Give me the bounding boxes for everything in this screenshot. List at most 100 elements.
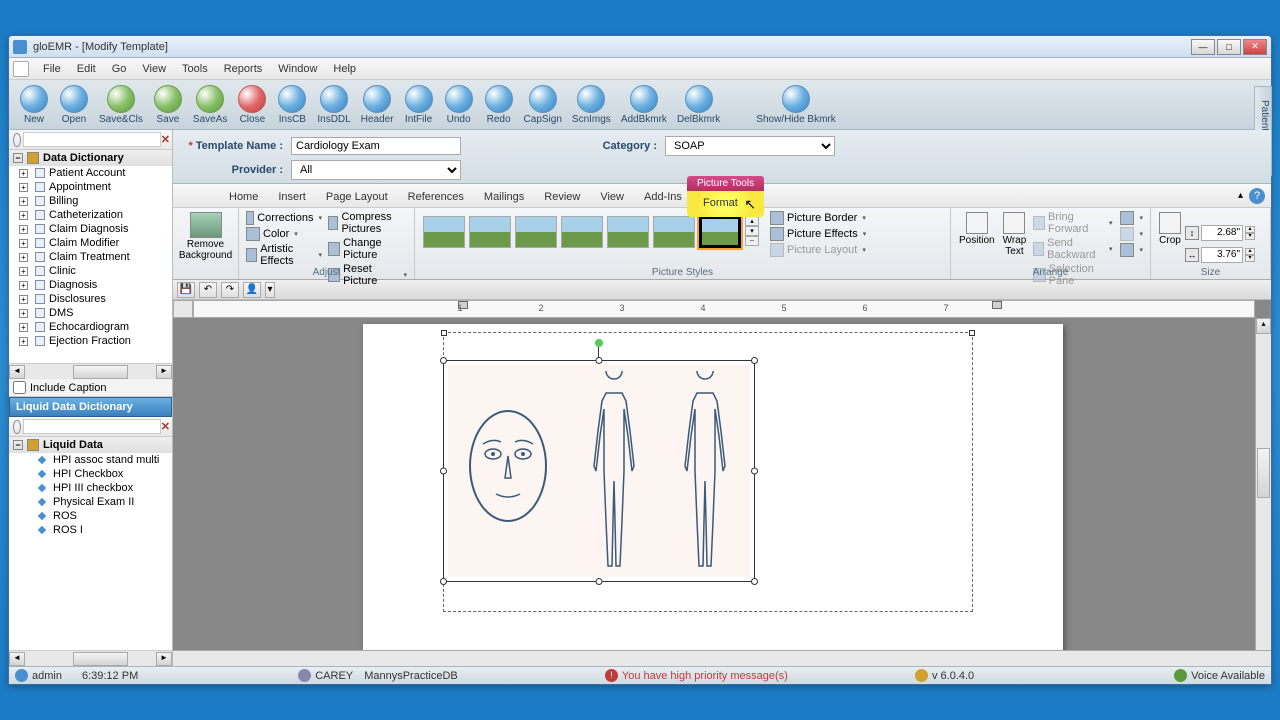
collapse-icon[interactable]: − xyxy=(13,153,23,163)
collapse-ribbon-icon[interactable]: ▴ xyxy=(1238,190,1243,201)
color-button[interactable]: Color▾ xyxy=(243,226,325,242)
compress-pictures-button[interactable]: Compress Pictures xyxy=(325,210,410,236)
toolbar-new[interactable]: New xyxy=(15,83,53,127)
picture-border-button[interactable]: Picture Border▾ xyxy=(767,210,869,226)
ribbon-tab-home[interactable]: Home xyxy=(219,187,268,207)
dd-hscroll[interactable]: ◄► xyxy=(9,363,172,379)
body-diagram-image[interactable] xyxy=(448,365,750,577)
picture-effects-button[interactable]: Picture Effects▾ xyxy=(767,226,869,242)
remove-background-button[interactable]: Remove Background xyxy=(177,210,234,263)
menu-help[interactable]: Help xyxy=(325,61,364,77)
toolbar-redo[interactable]: Redo xyxy=(480,83,518,127)
resize-handle-n[interactable] xyxy=(596,357,603,364)
width-up[interactable]: ▴ xyxy=(1245,248,1255,255)
dd-item-dms[interactable]: +DMS xyxy=(9,306,172,320)
liquid-data-root[interactable]: Liquid Data xyxy=(43,439,103,451)
picture-style-2[interactable] xyxy=(469,216,511,248)
menu-view[interactable]: View xyxy=(134,61,174,77)
resize-handle-s[interactable] xyxy=(596,578,603,585)
picture-style-4[interactable] xyxy=(561,216,603,248)
picture-style-7[interactable] xyxy=(699,216,741,248)
ribbon-tab-mailings[interactable]: Mailings xyxy=(474,187,534,207)
height-down[interactable]: ▾ xyxy=(1245,233,1255,240)
clear-search-button[interactable]: ✕ xyxy=(161,420,170,434)
liquid-search-input[interactable] xyxy=(23,419,161,434)
ld-item-physical-exam-ii[interactable]: Physical Exam II xyxy=(9,495,172,509)
menu-go[interactable]: Go xyxy=(104,61,135,77)
document-page[interactable] xyxy=(363,324,1063,666)
toolbar-showhidebkmrk[interactable]: Show/Hide Bkmrk xyxy=(752,83,839,127)
resize-handle-sw[interactable] xyxy=(440,578,447,585)
toolbar-addbkmrk[interactable]: AddBkmrk xyxy=(617,83,671,127)
menu-reports[interactable]: Reports xyxy=(216,61,271,77)
height-up[interactable]: ▴ xyxy=(1245,226,1255,233)
ld-hscroll[interactable]: ◄► xyxy=(9,650,172,666)
resize-handle-nw[interactable] xyxy=(440,357,447,364)
toolbar-delbkmrk[interactable]: DelBkmrk xyxy=(673,83,724,127)
toolbar-save[interactable]: Save xyxy=(149,83,187,127)
gallery-more-button[interactable]: ⎯ xyxy=(745,236,759,246)
artistic-effects-button[interactable]: Artistic Effects▾ xyxy=(243,242,325,268)
corrections-button[interactable]: Corrections▾ xyxy=(243,210,325,226)
width-input[interactable] xyxy=(1201,247,1243,263)
qat-save[interactable]: 💾 xyxy=(177,282,195,298)
ruler-corner[interactable] xyxy=(173,300,193,318)
template-name-input[interactable] xyxy=(291,137,461,155)
format-tab[interactable]: Format ↖ xyxy=(689,193,762,215)
horizontal-ruler[interactable]: 1234567 xyxy=(193,300,1255,318)
ribbon-tab-pagelayout[interactable]: Page Layout xyxy=(316,187,398,207)
dd-item-patient-account[interactable]: +Patient Account xyxy=(9,166,172,180)
vertical-scrollbar[interactable]: ▴ ▾ xyxy=(1255,318,1271,666)
ld-item-ros-i[interactable]: ROS I xyxy=(9,523,172,537)
help-icon[interactable]: ? xyxy=(1249,188,1265,204)
data-dictionary-root[interactable]: Data Dictionary xyxy=(43,152,124,164)
picture-style-3[interactable] xyxy=(515,216,557,248)
maximize-button[interactable]: □ xyxy=(1217,39,1241,55)
dd-item-claim-modifier[interactable]: +Claim Modifier xyxy=(9,236,172,250)
picture-style-5[interactable] xyxy=(607,216,649,248)
qat-undo[interactable]: ↶ xyxy=(199,282,217,298)
include-caption-checkbox[interactable] xyxy=(13,381,26,394)
ribbon-tab-addins[interactable]: Add-Ins xyxy=(634,187,692,207)
right-indent-marker[interactable] xyxy=(992,301,1002,309)
collapse-icon[interactable]: − xyxy=(13,440,23,450)
dd-item-ejection-fraction[interactable]: +Ejection Fraction xyxy=(9,334,172,348)
gallery-up-button[interactable]: ▴ xyxy=(745,216,759,226)
resize-handle-w[interactable] xyxy=(440,468,447,475)
dd-item-billing[interactable]: +Billing xyxy=(9,194,172,208)
system-menu-icon[interactable] xyxy=(13,61,29,77)
qat-redo[interactable]: ↷ xyxy=(221,282,239,298)
toolbar-intfile[interactable]: IntFile xyxy=(400,83,438,127)
picture-frame[interactable] xyxy=(443,360,755,582)
status-warning[interactable]: You have high priority message(s) xyxy=(622,670,788,682)
dd-item-diagnosis[interactable]: +Diagnosis xyxy=(9,278,172,292)
dd-item-clinic[interactable]: +Clinic xyxy=(9,264,172,278)
dd-item-echocardiogram[interactable]: +Echocardiogram xyxy=(9,320,172,334)
resize-handle-se[interactable] xyxy=(751,578,758,585)
toolbar-header[interactable]: Header xyxy=(357,83,398,127)
clear-search-button[interactable]: ✕ xyxy=(161,133,170,147)
status-voice[interactable]: Voice Available xyxy=(1191,670,1265,682)
change-picture-button[interactable]: Change Picture xyxy=(325,236,410,262)
dd-item-appointment[interactable]: +Appointment xyxy=(9,180,172,194)
doc-hscroll[interactable] xyxy=(173,650,1271,666)
toolbar-insddl[interactable]: InsDDL xyxy=(313,83,354,127)
gallery-down-button[interactable]: ▾ xyxy=(745,226,759,236)
dd-item-catheterization[interactable]: +Catheterization xyxy=(9,208,172,222)
ribbon-tab-view[interactable]: View xyxy=(590,187,634,207)
ld-item-hpi-iii-checkbox[interactable]: HPI III checkbox xyxy=(9,481,172,495)
toolbar-open[interactable]: Open xyxy=(55,83,93,127)
toolbar-inscb[interactable]: InsCB xyxy=(273,83,311,127)
close-button[interactable]: ✕ xyxy=(1243,39,1267,55)
menu-window[interactable]: Window xyxy=(270,61,325,77)
resize-handle-e[interactable] xyxy=(751,468,758,475)
resize-handle-ne[interactable] xyxy=(751,357,758,364)
category-select[interactable]: SOAP xyxy=(665,136,835,156)
menu-tools[interactable]: Tools xyxy=(174,61,216,77)
ld-item-hpi-checkbox[interactable]: HPI Checkbox xyxy=(9,467,172,481)
dd-item-disclosures[interactable]: +Disclosures xyxy=(9,292,172,306)
menu-file[interactable]: File xyxy=(35,61,69,77)
provider-select[interactable]: All xyxy=(291,160,461,180)
rotate-handle[interactable] xyxy=(595,339,603,347)
ld-item-ros[interactable]: ROS xyxy=(9,509,172,523)
